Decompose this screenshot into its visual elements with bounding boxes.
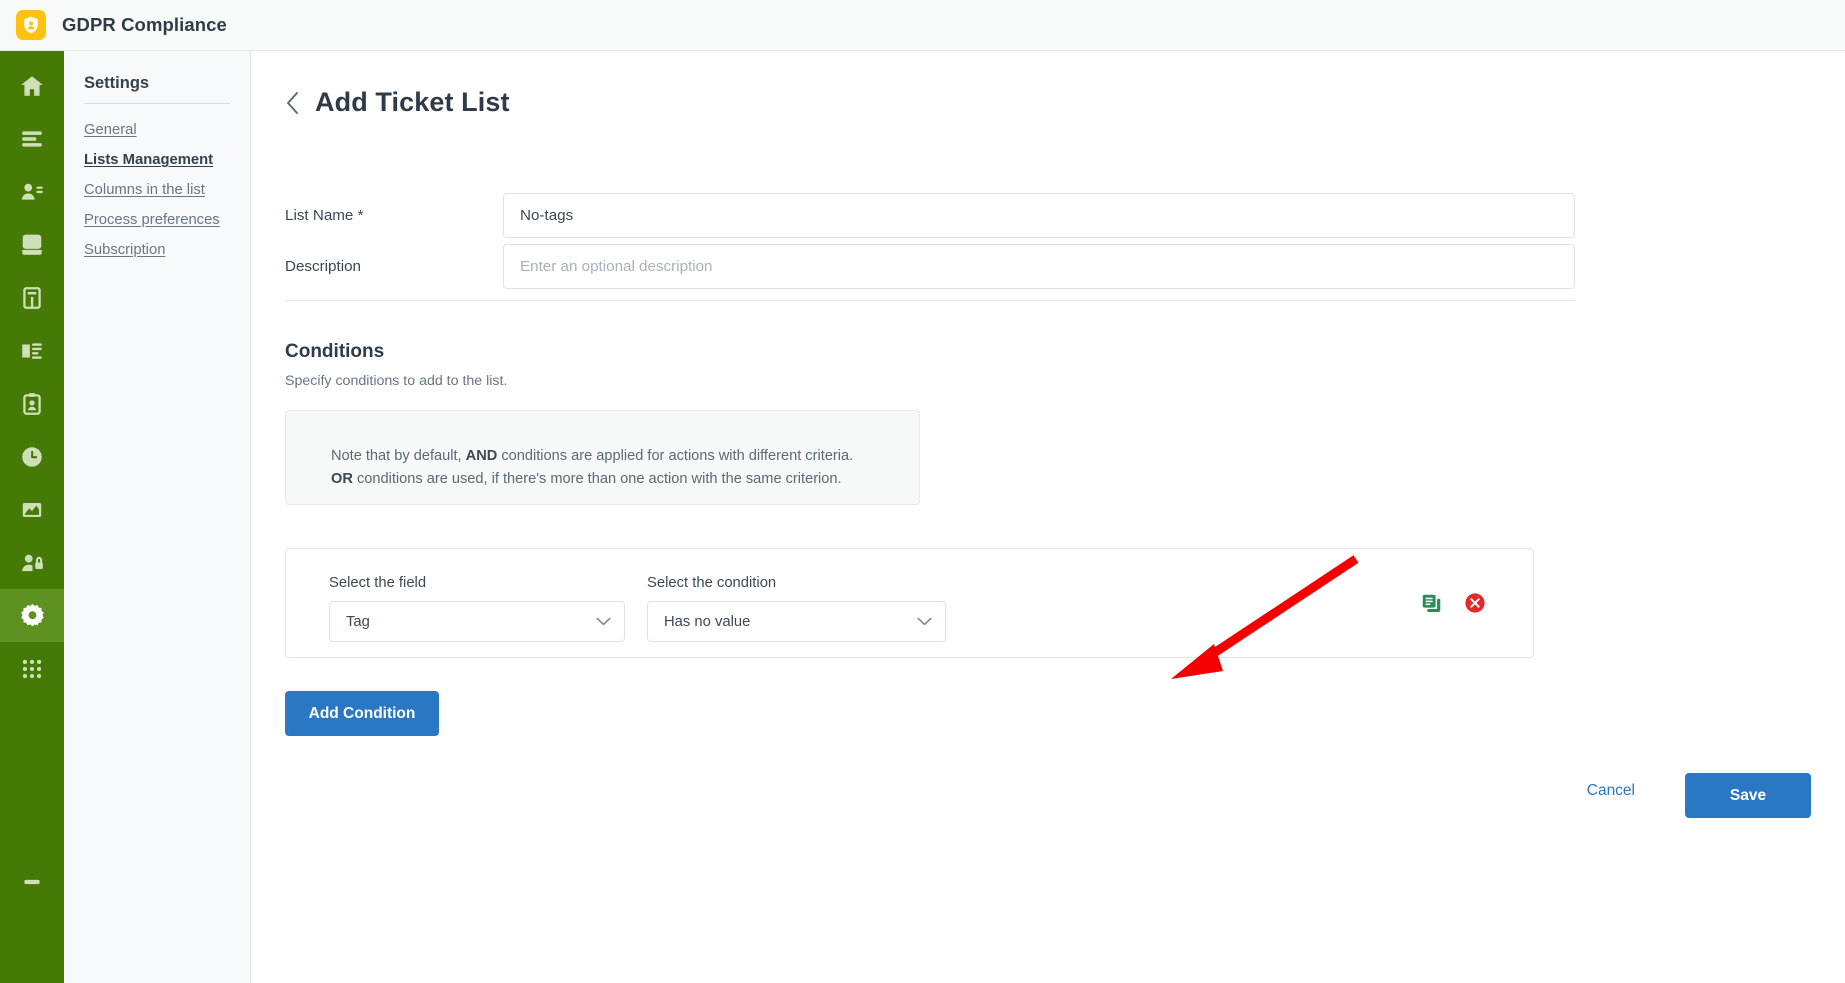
- chevron-left-icon[interactable]: [285, 91, 299, 114]
- field-selector-group: Select the field Tag: [329, 575, 625, 642]
- conditions-note-text: Note that by default, AND conditions are…: [331, 445, 891, 491]
- rail-item-lists[interactable]: [0, 112, 64, 165]
- note-line1-post: conditions are applied for actions with …: [497, 448, 854, 464]
- list-name-label: List Name *: [285, 207, 364, 224]
- list-name-row: List Name *: [285, 193, 1575, 238]
- subnav-title: Settings: [84, 74, 150, 92]
- delete-circle-icon[interactable]: [1464, 592, 1486, 614]
- data-transfer-icon: [19, 338, 45, 364]
- primary-nav-rail: [0, 51, 64, 983]
- field-selector-label: Select the field: [329, 575, 427, 591]
- rail-item-home[interactable]: [0, 59, 64, 112]
- save-button[interactable]: Save: [1685, 773, 1811, 818]
- description-row: Description: [285, 244, 1575, 289]
- main-content: Add Ticket List List Name * Description …: [251, 51, 1845, 983]
- subnav-item-general[interactable]: General: [84, 115, 244, 145]
- rail-item-reports[interactable]: [0, 483, 64, 536]
- duplicate-icon[interactable]: [1420, 592, 1442, 614]
- rail-item-requests[interactable]: [0, 377, 64, 430]
- subnav-item-lists-management[interactable]: Lists Management: [84, 145, 244, 175]
- page-header: Add Ticket List: [285, 87, 510, 118]
- database-icon: [19, 232, 45, 258]
- section-divider: [285, 300, 1575, 301]
- subnav-item-process-preferences[interactable]: Process preferences: [84, 205, 244, 235]
- rail-item-permissions[interactable]: [0, 536, 64, 589]
- clock-icon: [19, 444, 45, 470]
- subnav-list: General Lists Management Columns in the …: [84, 115, 244, 265]
- person-details-icon: [19, 179, 45, 205]
- condition-select[interactable]: Has no value: [647, 601, 946, 642]
- conditions-heading: Conditions: [285, 341, 385, 362]
- chevron-down-icon: [917, 613, 932, 631]
- chart-image-icon: [19, 497, 45, 523]
- description-input[interactable]: [503, 244, 1575, 289]
- gear-icon: [19, 602, 46, 629]
- rail-item-database[interactable]: [0, 218, 64, 271]
- list-lines-icon: [19, 126, 45, 152]
- note-or-keyword: OR: [331, 471, 353, 487]
- cancel-button[interactable]: Cancel: [1587, 782, 1635, 800]
- condition-selector-group: Select the condition Has no value: [647, 575, 946, 642]
- rail-item-data-transfer[interactable]: [0, 324, 64, 377]
- field-select[interactable]: Tag: [329, 601, 625, 642]
- conditions-note-box: Note that by default, AND conditions are…: [285, 410, 920, 505]
- conditions-subheading: Specify conditions to add to the list.: [285, 373, 508, 389]
- chevron-down-icon: [596, 613, 611, 631]
- grid-apps-icon: [19, 656, 45, 682]
- add-condition-button[interactable]: Add Condition: [285, 691, 439, 736]
- description-label: Description: [285, 258, 361, 275]
- rail-item-collapse[interactable]: [0, 855, 64, 908]
- collapse-icon: [19, 869, 45, 895]
- app-root: GDPR Compliance Settings General Lists M…: [0, 0, 1845, 983]
- top-bar: GDPR Compliance: [0, 0, 1845, 51]
- condition-select-value: Has no value: [664, 613, 751, 630]
- subnav-item-subscription[interactable]: Subscription: [84, 235, 244, 265]
- condition-selector-label: Select the condition: [647, 575, 777, 591]
- rail-item-settings[interactable]: [0, 589, 64, 642]
- rail-item-apps[interactable]: [0, 642, 64, 695]
- field-select-value: Tag: [346, 613, 370, 630]
- page-title: Add Ticket List: [315, 87, 510, 117]
- condition-actions: [1420, 592, 1486, 614]
- rail-item-records[interactable]: [0, 271, 64, 324]
- condition-row: Select the field Tag Select the conditio…: [285, 548, 1534, 658]
- settings-subnav: Settings General Lists Management Column…: [64, 51, 251, 983]
- note-line2-post: conditions are used, if there's more tha…: [352, 471, 842, 487]
- person-lock-icon: [19, 550, 45, 576]
- brand-title: GDPR Compliance: [62, 14, 227, 35]
- home-icon: [19, 73, 45, 99]
- rail-item-contacts[interactable]: [0, 165, 64, 218]
- shield-person-icon: [16, 10, 46, 40]
- note-and-keyword: AND: [465, 448, 498, 464]
- subnav-item-columns-in-the-list[interactable]: Columns in the list: [84, 175, 244, 205]
- rail-item-history[interactable]: [0, 430, 64, 483]
- list-name-input[interactable]: [503, 193, 1575, 238]
- clipboard-person-icon: [19, 391, 45, 417]
- archive-book-icon: [19, 285, 45, 311]
- note-line1-pre: Note that by default,: [331, 448, 466, 464]
- subnav-divider: [84, 103, 230, 104]
